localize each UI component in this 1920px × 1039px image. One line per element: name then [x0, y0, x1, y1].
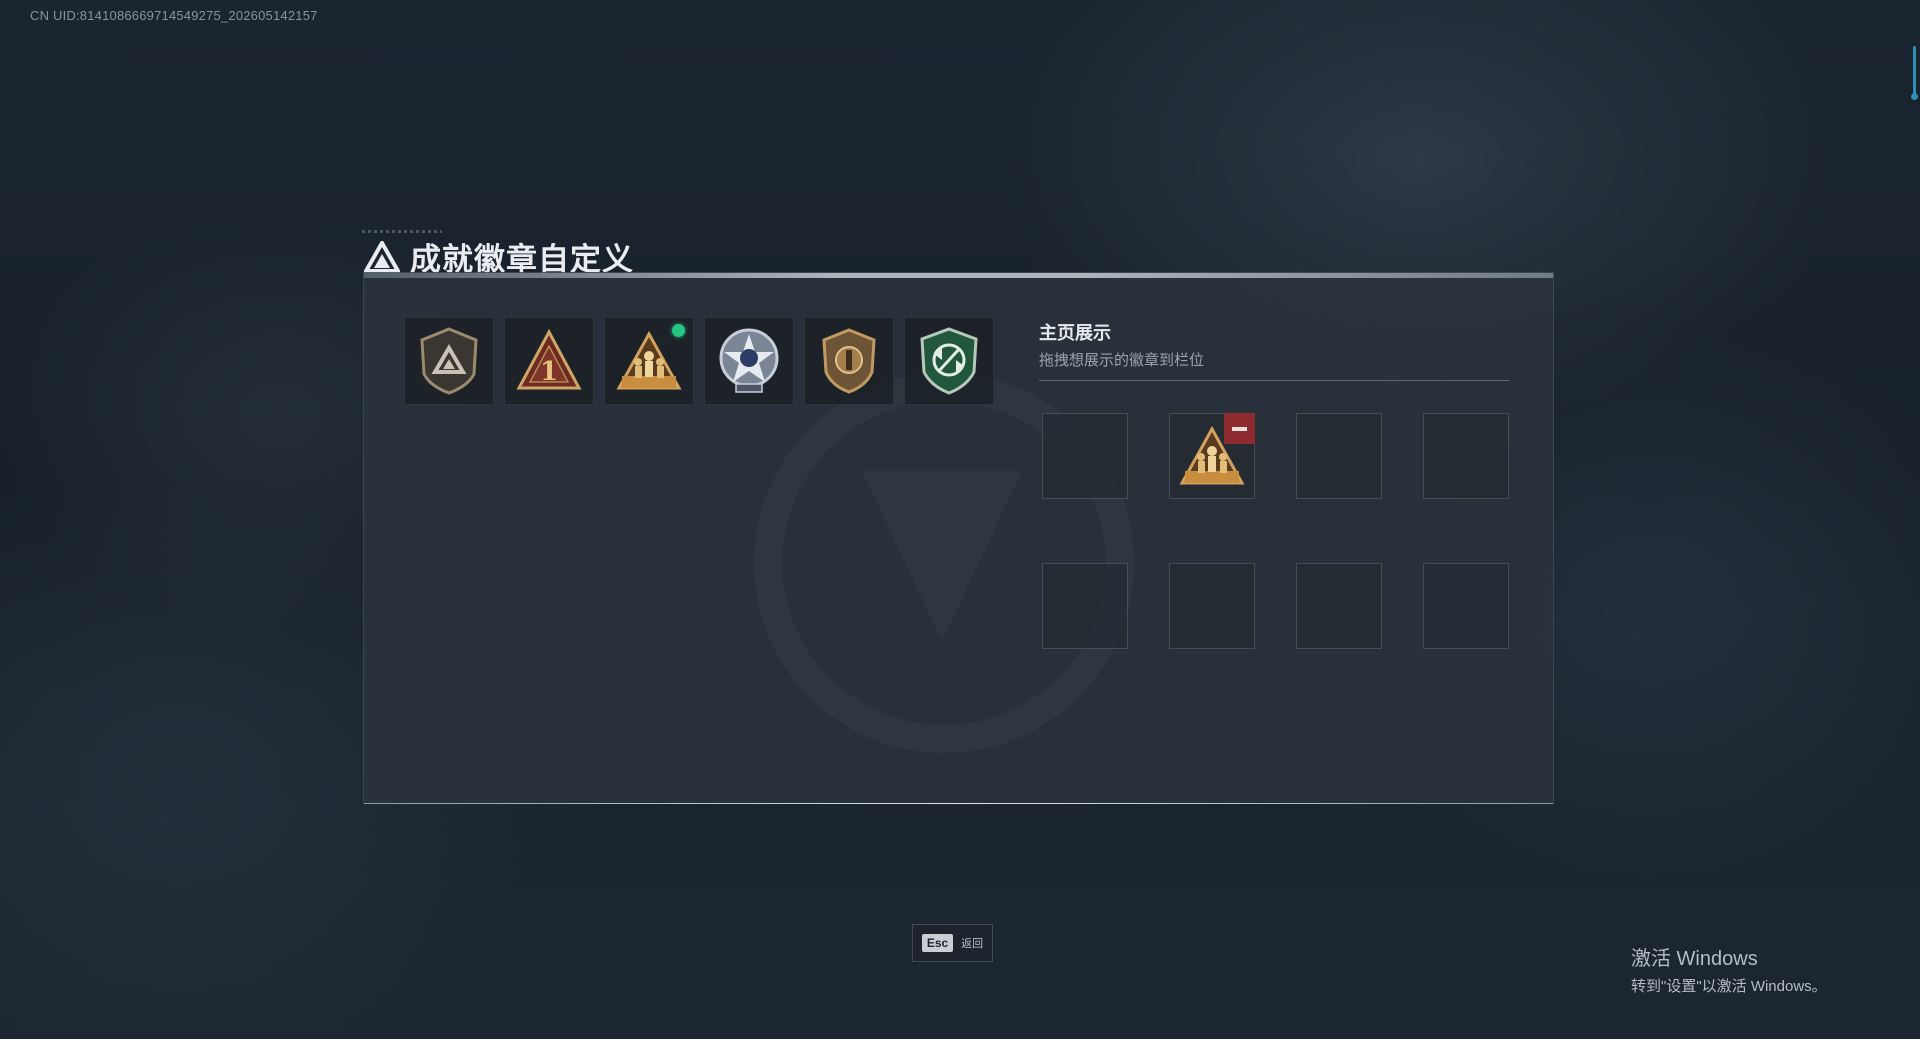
badge-customize-panel: 1 主页展示 拖拽想展示的徽章到栏位	[363, 272, 1554, 804]
display-slot[interactable]	[1169, 563, 1255, 649]
green-shield-arrows-badge-icon	[920, 327, 978, 395]
badge-tile[interactable]	[904, 317, 994, 405]
display-slot[interactable]	[1423, 563, 1509, 649]
panel-top-bar	[364, 273, 1553, 278]
activation-hint: 转到"设置"以激活 Windows。	[1631, 978, 1827, 995]
display-slot[interactable]	[1042, 563, 1128, 649]
homepage-display-section: 主页展示 拖拽想展示的徽章到栏位	[1039, 319, 1509, 649]
remove-badge-button[interactable]	[1224, 413, 1255, 444]
display-slot[interactable]	[1169, 413, 1255, 499]
badge-tile[interactable]	[604, 317, 694, 405]
display-slot[interactable]	[1296, 563, 1382, 649]
shield-triangle-badge-icon	[420, 327, 478, 395]
selected-indicator	[672, 324, 685, 337]
badge-tile[interactable]: 1	[504, 317, 594, 405]
esc-key-icon: Esc	[921, 934, 954, 952]
divider	[1039, 380, 1509, 381]
display-section-title: 主页展示	[1039, 323, 1111, 344]
squad-triangle-badge-icon	[616, 330, 682, 390]
uid-label: CN UID:8141086669714549275_202605142157	[30, 8, 318, 23]
minus-icon	[1232, 426, 1247, 431]
svg-text:1: 1	[540, 357, 558, 387]
display-slot[interactable]	[1423, 413, 1509, 499]
back-button[interactable]: Esc 返回	[912, 924, 993, 962]
badge-tile[interactable]	[704, 317, 794, 405]
badge-list: 1	[404, 317, 994, 405]
scroll-indicator	[1911, 46, 1918, 100]
triangle-one-badge-icon: 1	[516, 328, 582, 390]
windows-activation-watermark: 激活 Windows 转到"设置"以激活 Windows。	[1631, 942, 1827, 996]
panel-bottom-line	[364, 803, 1553, 804]
display-slots-grid	[1042, 413, 1509, 649]
title-decoration	[362, 230, 442, 233]
star-wheel-badge-icon	[719, 328, 779, 393]
badge-tile[interactable]	[404, 317, 494, 405]
back-label: 返回	[961, 937, 984, 950]
triangle-logo-icon	[364, 240, 400, 273]
activation-title: 激活 Windows	[1631, 948, 1758, 970]
display-slot[interactable]	[1042, 413, 1128, 499]
bronze-shield-badge-icon	[822, 328, 876, 394]
display-slot[interactable]	[1296, 413, 1382, 499]
display-section-subtitle: 拖拽想展示的徽章到栏位	[1039, 351, 1205, 369]
badge-tile[interactable]	[804, 317, 894, 405]
